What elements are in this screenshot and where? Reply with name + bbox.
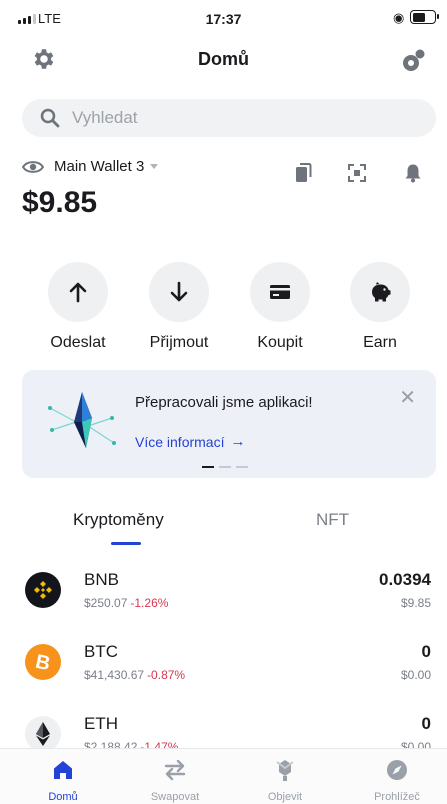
clock: 17:37	[205, 11, 242, 27]
token-row-bnb[interactable]: BNB $250.07 -1.26% 0.0394 $9.85	[0, 558, 447, 630]
token-row-btc[interactable]: B BTC $41,430.67 -0.87% 0 $0.00	[0, 630, 447, 702]
carousel-indicator	[202, 466, 248, 468]
active-tab-indicator	[111, 542, 141, 545]
scan-icon[interactable]	[342, 158, 372, 188]
banner-headline: Přepracovali jsme aplikaci!	[135, 394, 313, 411]
arrow-down-icon	[149, 262, 209, 322]
card-icon	[250, 262, 310, 322]
nav-swap-label: Swapovat	[150, 791, 200, 803]
token-change: -1.47%	[140, 740, 179, 748]
buy-label: Koupit	[257, 334, 303, 351]
token-amount: 0	[421, 642, 431, 661]
buy-button[interactable]: Koupit	[235, 262, 325, 352]
token-price: $250.07 -1.26%	[84, 596, 168, 610]
wallet-selector[interactable]: Main Wallet 3	[22, 158, 159, 175]
receive-label: Přijmout	[149, 334, 209, 351]
more-info-label: Více informací	[135, 433, 225, 450]
btc-logo-icon: B	[25, 644, 61, 680]
crystal-illustration-icon	[48, 392, 116, 448]
token-value: $9.85	[400, 596, 431, 610]
send-label: Odeslat	[50, 334, 106, 351]
copy-icon[interactable]	[288, 158, 318, 188]
receive-button[interactable]: Přijmout	[134, 262, 224, 352]
search-icon	[40, 108, 60, 128]
nav-browser[interactable]: Prohlížeč	[352, 757, 442, 803]
token-amount: 0.0394	[379, 570, 431, 589]
eye-icon[interactable]	[22, 159, 44, 175]
swap-icon	[130, 757, 220, 783]
search-bar[interactable]	[22, 99, 436, 137]
discover-icon	[240, 757, 330, 783]
token-value: $0.00	[400, 668, 431, 682]
nav-home-label: Domů	[48, 791, 78, 803]
earn-label: Earn	[363, 334, 397, 351]
token-row-eth[interactable]: ETH $2,188.42 -1.47% 0 $0.00	[0, 702, 447, 748]
wallet-balance: $9.85	[22, 186, 98, 219]
bnb-logo-icon	[25, 572, 61, 608]
token-price-value: $41,430.67	[84, 668, 145, 682]
battery-icon	[410, 10, 439, 24]
send-button[interactable]: Odeslat	[33, 262, 123, 352]
earn-button[interactable]: Earn	[335, 262, 425, 352]
wallet-name: Main Wallet 3	[54, 158, 145, 175]
quick-actions: Odeslat Přijmout Koupit Earn	[0, 262, 447, 358]
page-title: Domů	[198, 49, 249, 69]
svg-text:B: B	[33, 651, 52, 674]
nav-swap[interactable]: Swapovat	[130, 757, 220, 803]
promo-banner[interactable]: Přepracovali jsme aplikaci! Více informa…	[22, 370, 436, 478]
nav-discover-label: Objevit	[267, 791, 303, 803]
token-amount: 0	[421, 714, 431, 733]
arrow-up-icon	[48, 262, 108, 322]
token-price-value: $250.07	[84, 596, 128, 610]
token-price: $2,188.42 -1.47%	[84, 740, 178, 748]
nav-browser-label: Prohlížeč	[374, 791, 420, 803]
orientation-lock-icon: ◉	[393, 10, 405, 25]
token-value: $0.00	[400, 740, 431, 748]
eth-logo-icon	[25, 716, 61, 748]
token-change: -1.26%	[130, 596, 169, 610]
search-input[interactable]	[72, 108, 372, 128]
token-symbol: BNB	[84, 570, 119, 589]
token-price-value: $2,188.42	[84, 740, 138, 748]
tab-nft[interactable]: NFT	[316, 510, 349, 530]
status-bar: LTE 17:37 ◉	[0, 0, 447, 36]
token-symbol: ETH	[84, 714, 118, 733]
chevron-down-icon	[150, 164, 159, 169]
nav-discover[interactable]: Objevit	[240, 757, 330, 803]
home-icon	[18, 757, 108, 783]
nav-home[interactable]: Domů	[18, 757, 108, 803]
bottom-navigation: Domů Swapovat Objevit Prohlížeč	[0, 748, 447, 804]
bell-icon[interactable]	[398, 158, 428, 188]
token-price: $41,430.67 -0.87%	[84, 668, 185, 682]
token-list: BNB $250.07 -1.26% 0.0394 $9.85 B BTC $41…	[0, 558, 447, 748]
compass-icon	[352, 757, 442, 783]
asset-tabs: Kryptoměny NFT	[0, 504, 447, 548]
walletconnect-icon[interactable]	[400, 46, 428, 74]
token-symbol: BTC	[84, 642, 118, 661]
top-bar: Domů	[0, 40, 447, 82]
token-change: -0.87%	[147, 668, 186, 682]
more-info-link[interactable]: Více informací →	[135, 433, 245, 450]
tab-crypto[interactable]: Kryptoměny	[73, 510, 164, 530]
close-icon[interactable]: ✕	[399, 388, 416, 408]
arrow-right-icon: →	[230, 433, 246, 450]
piggy-bank-icon	[350, 262, 410, 322]
